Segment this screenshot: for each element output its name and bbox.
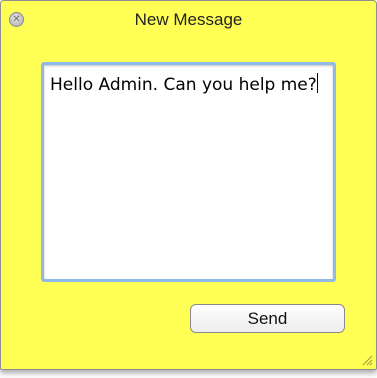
message-textarea[interactable]: Hello Admin. Can you help me? <box>41 62 336 282</box>
send-button[interactable]: Send <box>190 304 345 333</box>
resize-grip-icon[interactable] <box>361 354 373 366</box>
message-text: Hello Admin. Can you help me? <box>50 72 320 98</box>
title-bar[interactable]: ✕ New Message <box>1 1 376 39</box>
window-title: New Message <box>134 10 243 29</box>
message-window: ✕ New Message Hello Admin. Can you help … <box>0 0 377 370</box>
text-caret <box>316 73 318 93</box>
message-text-content: Hello Admin. Can you help me? <box>50 75 317 95</box>
